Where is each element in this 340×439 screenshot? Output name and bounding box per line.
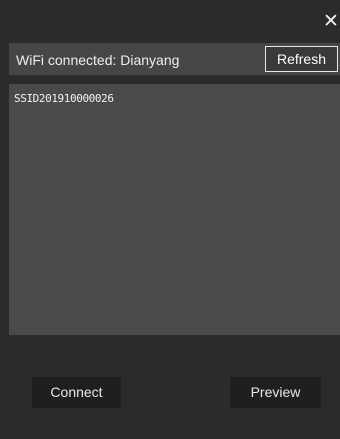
wifi-status-bar: WiFi connected: Dianyang Refresh [9, 43, 340, 75]
wifi-status-text: WiFi connected: Dianyang [16, 52, 180, 68]
ssid-list[interactable]: SSID201910000026 [9, 84, 340, 335]
preview-button[interactable]: Preview [230, 377, 321, 408]
close-icon[interactable]: ✕ [322, 12, 340, 31]
connect-button[interactable]: Connect [32, 377, 121, 408]
ssid-list-item[interactable]: SSID201910000026 [14, 92, 114, 105]
wifi-connect-window: ✕ WiFi connected: Dianyang Refresh SSID2… [0, 0, 340, 439]
refresh-button[interactable]: Refresh [265, 46, 338, 72]
